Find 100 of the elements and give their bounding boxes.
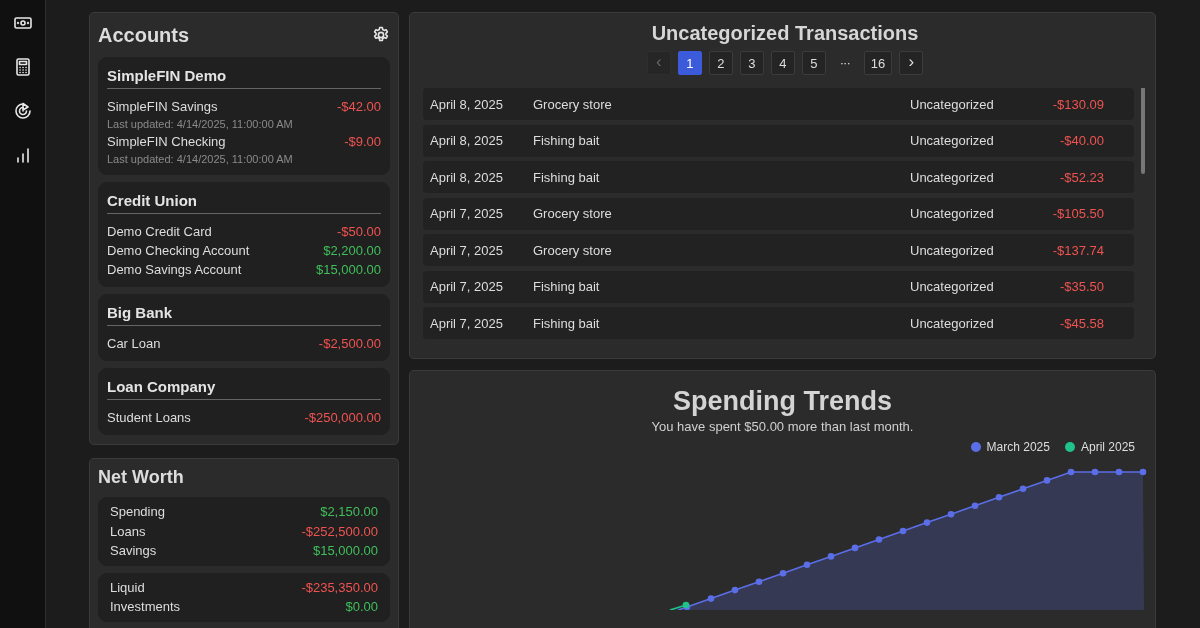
institution-name: Big Bank [107,303,381,326]
data-point [803,561,811,569]
data-point [779,569,787,577]
data-point [827,553,835,560]
data-point [1067,468,1075,476]
transaction-category: Uncategorized [910,242,995,258]
summary-label: Loans [110,522,146,541]
page-button[interactable]: 2 [708,51,733,75]
transaction-description: Fishing bait [533,315,601,331]
account-balance: -$250,000.00 [304,409,381,427]
legend-label[interactable]: April 2025 [1080,440,1135,454]
summary-amount: $2,150.00 [320,503,378,521]
data-point [1019,485,1027,493]
institution-name: SimpleFIN Demo [107,66,381,89]
ellipsis: ··· [838,54,851,72]
page-button[interactable]: 3 [739,51,764,75]
data-point [731,586,739,594]
transaction-amount: -$35.50 [1058,279,1104,294]
summary-label: Liquid [110,578,145,597]
transaction-date: April 7, 2025 [430,206,504,221]
data-point [1043,477,1051,484]
transaction-category: Uncategorized [910,279,995,294]
transaction-date: April 7, 2025 [430,279,504,294]
transaction-description: Grocery store [533,96,613,112]
page-button[interactable]: 4 [770,51,795,75]
transaction-amount: -$105.50 [1051,206,1104,221]
transaction-date: April 8, 2025 [430,169,504,185]
data-point [851,544,859,552]
transaction-category: Uncategorized [910,96,995,112]
panel-title: Uncategorized Transactions [650,21,920,45]
account-balance: -$2,500.00 [318,335,381,353]
transaction-category: Uncategorized [910,169,995,185]
account-name[interactable]: SimpleFIN Savings [107,97,218,116]
data-point [875,536,883,543]
panel-title: Net Worth [98,467,185,489]
summary-amount: $0.00 [345,598,378,616]
transaction-row[interactable]: April 8, 2025 Fishing bait Uncategorized -$40.00 [423,124,1134,157]
transaction-description: Grocery store [533,242,613,258]
transaction-amount: -$130.09 [1051,96,1104,112]
transaction-date: April 8, 2025 [430,133,504,148]
transaction-row[interactable]: April 8, 2025 Grocery store Uncategorized -$130.09 [423,88,1134,120]
transaction-amount: -$40.00 [1058,133,1104,148]
transaction-description: Grocery store [533,206,613,221]
transaction-category: Uncategorized [910,206,995,221]
last-updated: Last updated: 4/14/2025, 11:00:00 AM [107,117,294,132]
account-name[interactable]: Car Loan [107,334,161,353]
data-point [755,578,763,585]
next-page-button[interactable]: › [899,51,924,75]
money-bill-icon [13,14,32,32]
transaction-date: April 7, 2025 [430,242,504,258]
transaction-row[interactable]: April 7, 2025 Fishing bait Uncategorized -$45.58 [423,307,1134,339]
transaction-category: Uncategorized [910,315,995,331]
account-name[interactable]: SimpleFIN Checking [107,132,226,151]
account-balance: $2,200.00 [323,242,381,260]
account-balance: -$42.00 [336,98,381,116]
transaction-row[interactable]: April 7, 2025 Grocery store Uncategorized -$137.74 [423,234,1134,266]
data-point [971,502,979,509]
transaction-row[interactable]: April 7, 2025 Fishing bait Uncategorized -$35.50 [423,270,1134,303]
data-point [1139,468,1147,476]
legend-label[interactable]: March 2025 [986,440,1050,454]
institution-name: Loan Company [107,377,381,400]
data-point [707,595,715,602]
chart-subtitle: You have spent $50.00 more than last month. [650,419,915,435]
account-name[interactable]: Student Loans [107,408,191,427]
account-name[interactable]: Demo Checking Account [107,241,250,260]
summary-amount: -$235,350.00 [301,578,378,597]
transaction-description: Fishing bait [533,169,601,185]
summary-amount: $15,000.00 [312,542,378,560]
data-point [923,519,931,526]
page-button[interactable]: 1 [677,51,702,75]
summary-amount: -$252,500.00 [301,522,378,541]
transaction-description: Fishing bait [533,133,601,148]
last-updated: Last updated: 4/14/2025, 11:00:00 AM [107,152,294,167]
data-point [1091,468,1099,476]
transaction-amount: -$52.23 [1058,169,1104,185]
account-balance: $15,000.00 [315,261,381,279]
chart-title: Spending Trends [672,385,893,417]
account-balance: -$9.00 [344,133,381,151]
data-point [995,494,1003,501]
data-point [1115,468,1123,476]
account-balance: -$50.00 [336,223,381,241]
transaction-row[interactable]: April 8, 2025 Fishing bait Uncategorized -$52.23 [423,161,1134,193]
page-button[interactable]: 16 [863,51,893,75]
transaction-amount: -$137.74 [1051,242,1104,258]
data-point [899,527,907,535]
transaction-description: Fishing bait [533,279,601,294]
transaction-row[interactable]: April 7, 2025 Grocery store Uncategorized -$105.50 [423,197,1134,230]
transaction-category: Uncategorized [910,133,995,148]
account-name[interactable]: Demo Credit Card [107,222,212,241]
scrollbar-thumb[interactable] [1141,88,1145,174]
settings-icon[interactable] [372,26,390,44]
transaction-amount: -$45.58 [1058,315,1104,331]
calculator-icon [13,58,32,76]
account-name[interactable]: Demo Savings Account [107,260,242,279]
page-button[interactable]: 5 [801,51,826,75]
transaction-date: April 7, 2025 [430,315,504,331]
data-point [947,510,955,518]
transaction-date: April 8, 2025 [430,96,504,112]
panel-title: Accounts [98,23,190,47]
summary-label: Savings [110,542,157,560]
